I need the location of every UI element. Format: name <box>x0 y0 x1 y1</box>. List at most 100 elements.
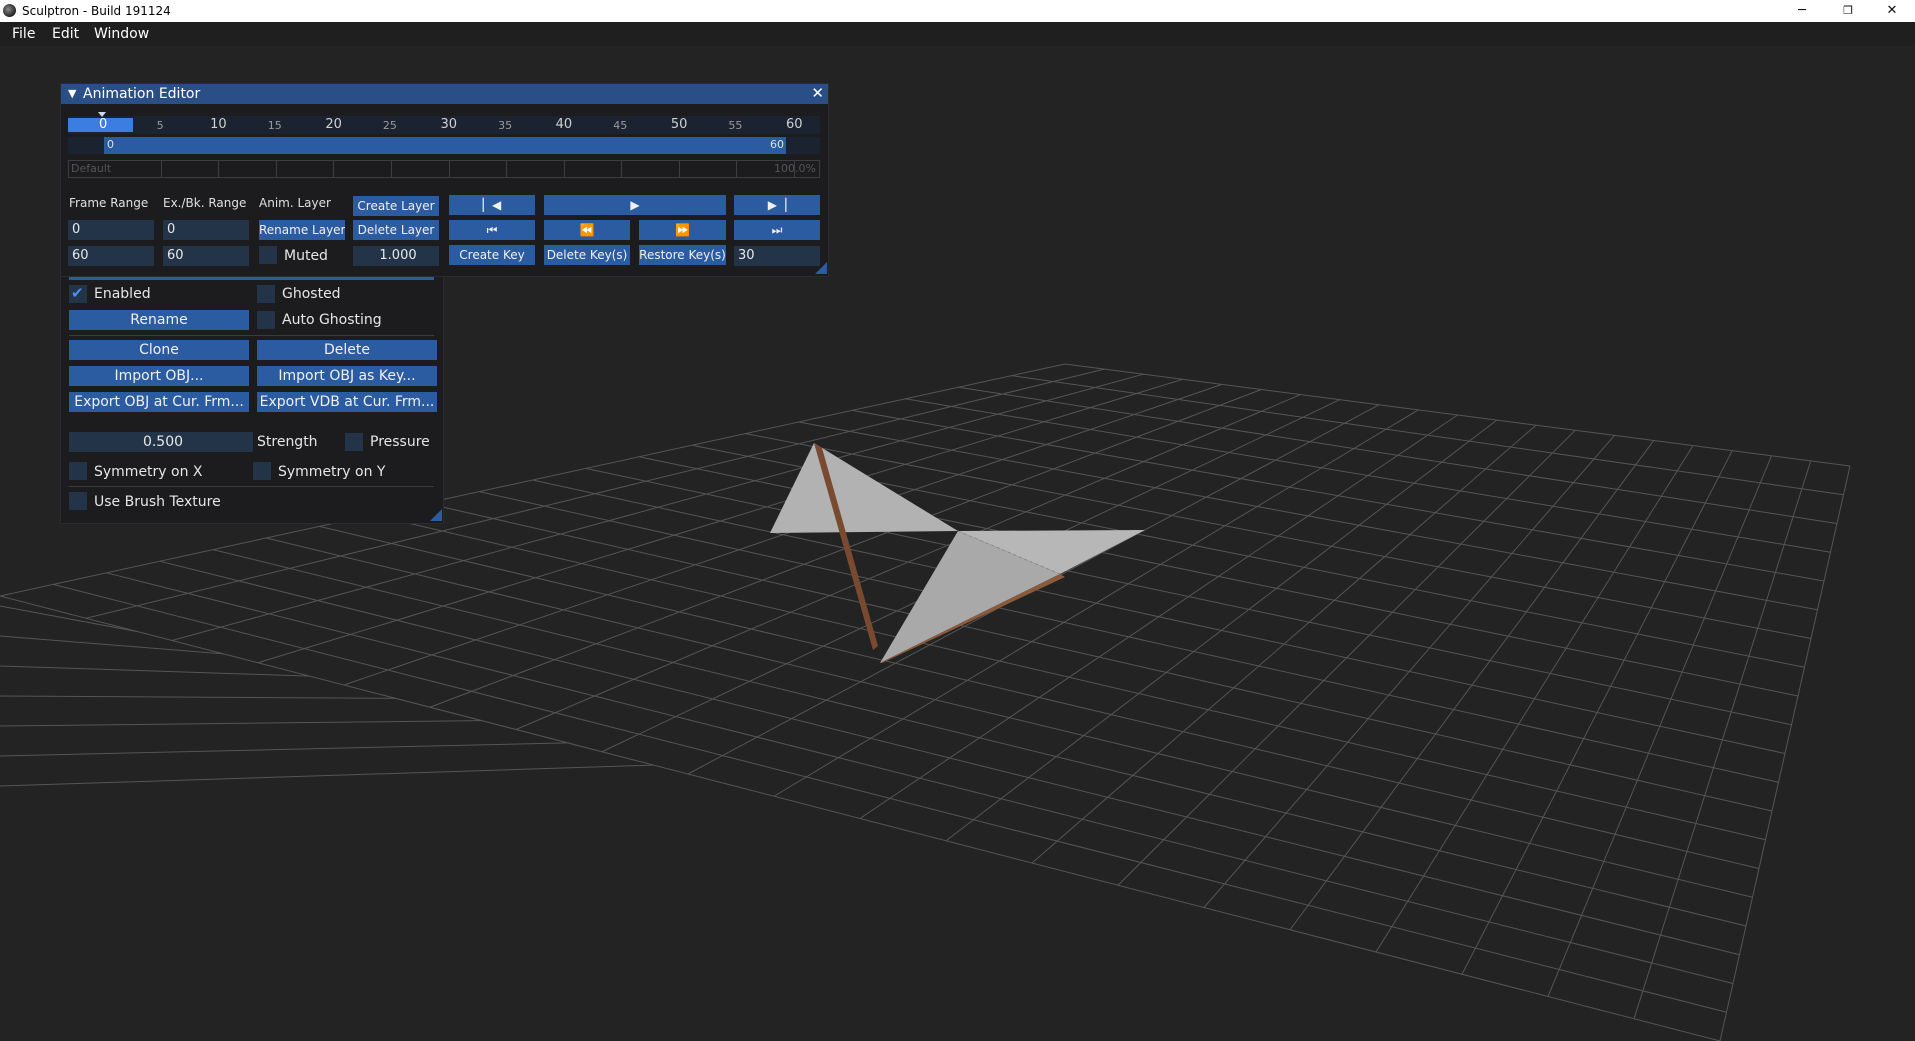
window-title: Sculptron - Build 191124 <box>22 4 171 18</box>
ghosted-checkbox[interactable] <box>257 285 275 303</box>
resize-grip[interactable] <box>430 509 442 521</box>
auto-ghosting-checkbox[interactable] <box>257 311 275 329</box>
ex-bk-range-start-input[interactable]: 0 <box>163 220 249 240</box>
layer-track[interactable]: Default 100.0% <box>68 160 820 178</box>
layer-weight-slider[interactable]: 1.000 <box>353 246 439 266</box>
frame-range-label: Frame Range <box>69 196 149 210</box>
frame-range-end-input[interactable]: 60 <box>68 246 154 266</box>
strength-label: Strength <box>257 434 318 450</box>
tool-panel: Enabled Ghosted Rename Auto Ghosting Clo… <box>60 272 444 524</box>
layer-track-divider <box>390 161 392 177</box>
range-end-label: 60 <box>770 138 784 151</box>
rename-layer-button[interactable]: Rename Layer <box>259 220 345 240</box>
close-icon[interactable]: ✕ <box>811 84 824 102</box>
layer-track-divider <box>333 161 335 177</box>
menu-bar: File Edit Window <box>0 22 1915 46</box>
animation-editor-panel: ▼ Animation Editor ✕ 0 5 10 15 20 25 30 35 40 45 5… <box>60 83 829 277</box>
restore-keys-button[interactable]: Restore Key(s) <box>639 245 726 265</box>
menu-file[interactable]: File <box>12 26 35 42</box>
timeline-tick-label: 25 <box>382 119 397 132</box>
divider <box>69 335 434 336</box>
menu-edit[interactable]: Edit <box>52 26 79 42</box>
layer-track-weight: 100.0% <box>774 162 816 175</box>
import-obj-as-key-button[interactable]: Import OBJ as Key... <box>257 366 437 386</box>
timeline-tick-label: 10 <box>210 117 227 132</box>
play-icon[interactable]: ▶ <box>544 195 726 215</box>
close-window-icon[interactable]: ✕ <box>1869 0 1915 22</box>
symmetry-x-label: Symmetry on X <box>94 464 203 480</box>
range-start-label: 0 <box>107 138 114 151</box>
timeline-tick-label: 40 <box>555 117 573 132</box>
layer-track-divider <box>794 161 795 177</box>
export-obj-button[interactable]: Export OBJ at Cur. Frm... <box>69 392 249 412</box>
timeline-tick-label: 30 <box>440 117 458 132</box>
layer-track-divider <box>563 161 565 177</box>
export-vdb-button[interactable]: Export VDB at Cur. Frm... <box>257 392 437 412</box>
animation-editor-title: Animation Editor <box>83 86 201 102</box>
create-key-button[interactable]: Create Key <box>449 245 535 265</box>
delete-layer-button[interactable]: Delete Layer <box>353 220 439 240</box>
next-key-icon[interactable]: ⏩ <box>639 220 726 240</box>
frame-range-start-input[interactable]: 0 <box>68 220 154 240</box>
window-titlebar: Sculptron - Build 191124 ─ ❐ ✕ <box>0 0 1915 22</box>
ghosted-label: Ghosted <box>282 286 341 302</box>
menu-window[interactable]: Window <box>94 26 149 42</box>
ex-bk-range-end-input[interactable]: 60 <box>163 246 249 266</box>
timeline-tick-label: 15 <box>267 119 282 132</box>
last-key-icon[interactable]: ⏭ <box>734 220 820 240</box>
minimize-icon[interactable]: ─ <box>1779 0 1825 22</box>
enabled-checkbox[interactable] <box>69 284 87 303</box>
timeline-tick-label: 0 <box>99 117 108 132</box>
timeline-tick-label: 35 <box>498 119 513 132</box>
use-brush-texture-label: Use Brush Texture <box>94 494 221 510</box>
pressure-label: Pressure <box>370 434 430 450</box>
anim-layer-label: Anim. Layer <box>259 196 331 210</box>
symmetry-x-checkbox[interactable] <box>69 462 87 480</box>
mesh-face-upper <box>770 443 958 533</box>
layer-track-divider <box>736 161 738 177</box>
layer-track-divider <box>621 161 623 177</box>
muted-label: Muted <box>284 248 328 264</box>
layer-track-divider <box>678 161 680 177</box>
muted-checkbox[interactable] <box>259 246 277 264</box>
panel-separator <box>69 277 434 280</box>
collapse-icon[interactable]: ▼ <box>68 87 76 100</box>
divider <box>69 486 434 487</box>
fps-input[interactable]: 30 <box>734 246 820 266</box>
auto-ghosting-label: Auto Ghosting <box>282 312 382 328</box>
timeline-tick-label: 5 <box>156 119 164 132</box>
layer-track-name: Default <box>71 162 112 175</box>
pressure-checkbox[interactable] <box>345 433 363 451</box>
layer-track-divider <box>160 161 162 177</box>
layer-track-divider <box>506 161 508 177</box>
ex-bk-range-label: Ex./Bk. Range <box>163 196 247 210</box>
use-brush-texture-checkbox[interactable] <box>69 492 87 510</box>
symmetry-y-label: Symmetry on Y <box>278 464 386 480</box>
create-layer-button[interactable]: Create Layer <box>353 196 439 216</box>
frame-range-bar[interactable]: 0 60 <box>68 137 820 154</box>
enabled-label: Enabled <box>94 286 151 302</box>
symmetry-y-checkbox[interactable] <box>253 462 271 480</box>
timeline-tick-label: 20 <box>325 117 342 132</box>
animation-editor-titlebar[interactable]: ▼ Animation Editor ✕ <box>61 84 828 104</box>
strength-slider[interactable]: 0.500 <box>69 432 253 452</box>
delete-keys-button[interactable]: Delete Key(s) <box>544 245 630 265</box>
timeline-tick-label: 50 <box>670 117 688 132</box>
import-obj-button[interactable]: Import OBJ... <box>69 366 249 386</box>
frame-range-fill[interactable] <box>104 137 786 154</box>
go-to-end-icon[interactable]: ▶▕ <box>734 195 820 215</box>
first-key-icon[interactable]: ⏮ <box>449 220 535 240</box>
clone-button[interactable]: Clone <box>69 340 249 360</box>
previous-key-icon[interactable]: ⏪ <box>544 220 630 240</box>
app-logo-icon <box>3 4 16 17</box>
timeline-tick-label: 45 <box>613 119 628 132</box>
delete-button[interactable]: Delete <box>257 340 437 360</box>
rename-button[interactable]: Rename <box>69 310 249 330</box>
timeline-tick-label: 55 <box>728 119 743 132</box>
restore-icon[interactable]: ❐ <box>1825 0 1871 22</box>
resize-grip[interactable] <box>815 262 827 274</box>
go-to-start-icon[interactable]: ▏◀ <box>449 195 535 215</box>
timeline-ruler[interactable]: 0 5 10 15 20 25 30 35 40 45 50 55 60 <box>68 112 820 134</box>
layer-track-divider <box>218 161 220 177</box>
layer-track-divider <box>448 161 450 177</box>
